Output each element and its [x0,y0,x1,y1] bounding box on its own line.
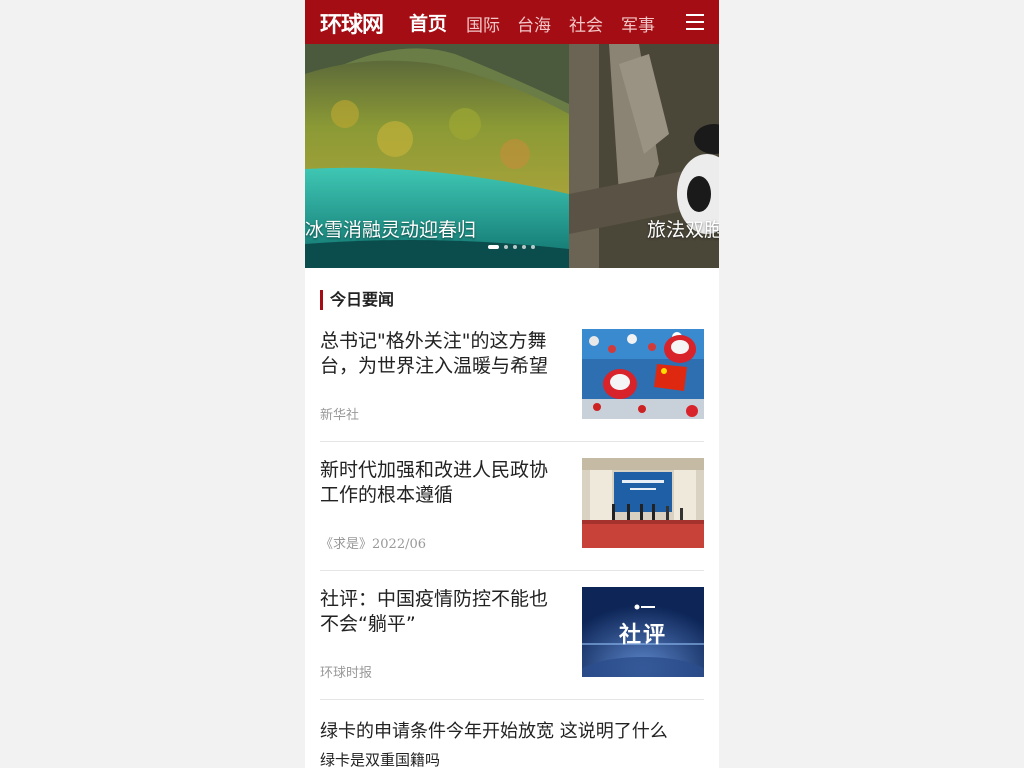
divider [320,699,704,700]
news-source: 《求是》2022/06 [320,537,427,552]
news-subtitle[interactable]: 绿卡是双重国籍吗 [320,749,440,768]
conference-hall-image [582,458,704,548]
news-section: 今日要闻 总书记"格外关注"的这方舞台，为世界注入温暖与希望 新华社 新时代加强… [305,268,719,768]
carousel-dot[interactable] [531,245,535,249]
tab-international[interactable]: 国际 [466,11,500,36]
mobile-page: 环球网 首页 国际 台海 社会 军事 冰雪消融灵动迎春归 旅法双胞 今日要闻 总… [305,0,719,768]
news-title[interactable]: 总书记"格外关注"的这方舞台，为世界注入温暖与希望 [320,329,565,379]
carousel-dot[interactable] [522,245,526,249]
divider [320,441,704,442]
carousel-caption: 冰雪消融灵动迎春归 [305,219,477,241]
thumbnail-label: 社评 [618,623,667,648]
carousel-dot[interactable] [513,245,517,249]
divider [320,570,704,571]
carousel-caption: 旅法双胞 [647,219,719,241]
news-thumbnail[interactable]: 社评 [582,587,704,677]
news-item[interactable]: 总书记"格外关注"的这方舞台，为世界注入温暖与希望 新华社 [320,329,704,439]
tab-military[interactable]: 军事 [621,11,655,36]
section-title: 今日要闻 [320,290,394,310]
news-source: 新华社 [320,408,360,423]
news-item[interactable]: 新时代加强和改进人民政协工作的根本遵循 《求是》2022/06 [320,458,704,568]
news-title[interactable]: 社评：中国疫情防控不能也不会“躺平” [320,587,565,637]
carousel-slide[interactable]: 冰雪消融灵动迎春归 [305,44,569,268]
carousel-dot[interactable] [504,245,508,249]
tab-society[interactable]: 社会 [569,11,603,36]
paralympics-ceremony-image [582,329,704,419]
news-title[interactable]: 新时代加强和改进人民政协工作的根本遵循 [320,458,565,508]
site-logo[interactable]: 环球网 [320,7,384,39]
news-title[interactable]: 绿卡的申请条件今年开始放宽 这说明了什么 [320,717,668,743]
tab-taiwan-strait[interactable]: 台海 [517,11,551,36]
news-item[interactable]: 社评：中国疫情防控不能也不会“躺平” 环球时报 社评 [320,587,704,697]
image-carousel[interactable]: 冰雪消融灵动迎春归 旅法双胞 [305,44,719,268]
news-source: 环球时报 [320,666,373,681]
news-thumbnail[interactable] [582,329,704,419]
hamburger-menu-icon[interactable] [686,12,704,30]
top-nav-bar: 环球网 首页 国际 台海 社会 军事 [305,0,719,44]
news-thumbnail[interactable] [582,458,704,548]
carousel-dot-active[interactable] [488,245,499,249]
tab-home[interactable]: 首页 [409,9,447,36]
carousel-slide[interactable]: 旅法双胞 [569,44,719,268]
